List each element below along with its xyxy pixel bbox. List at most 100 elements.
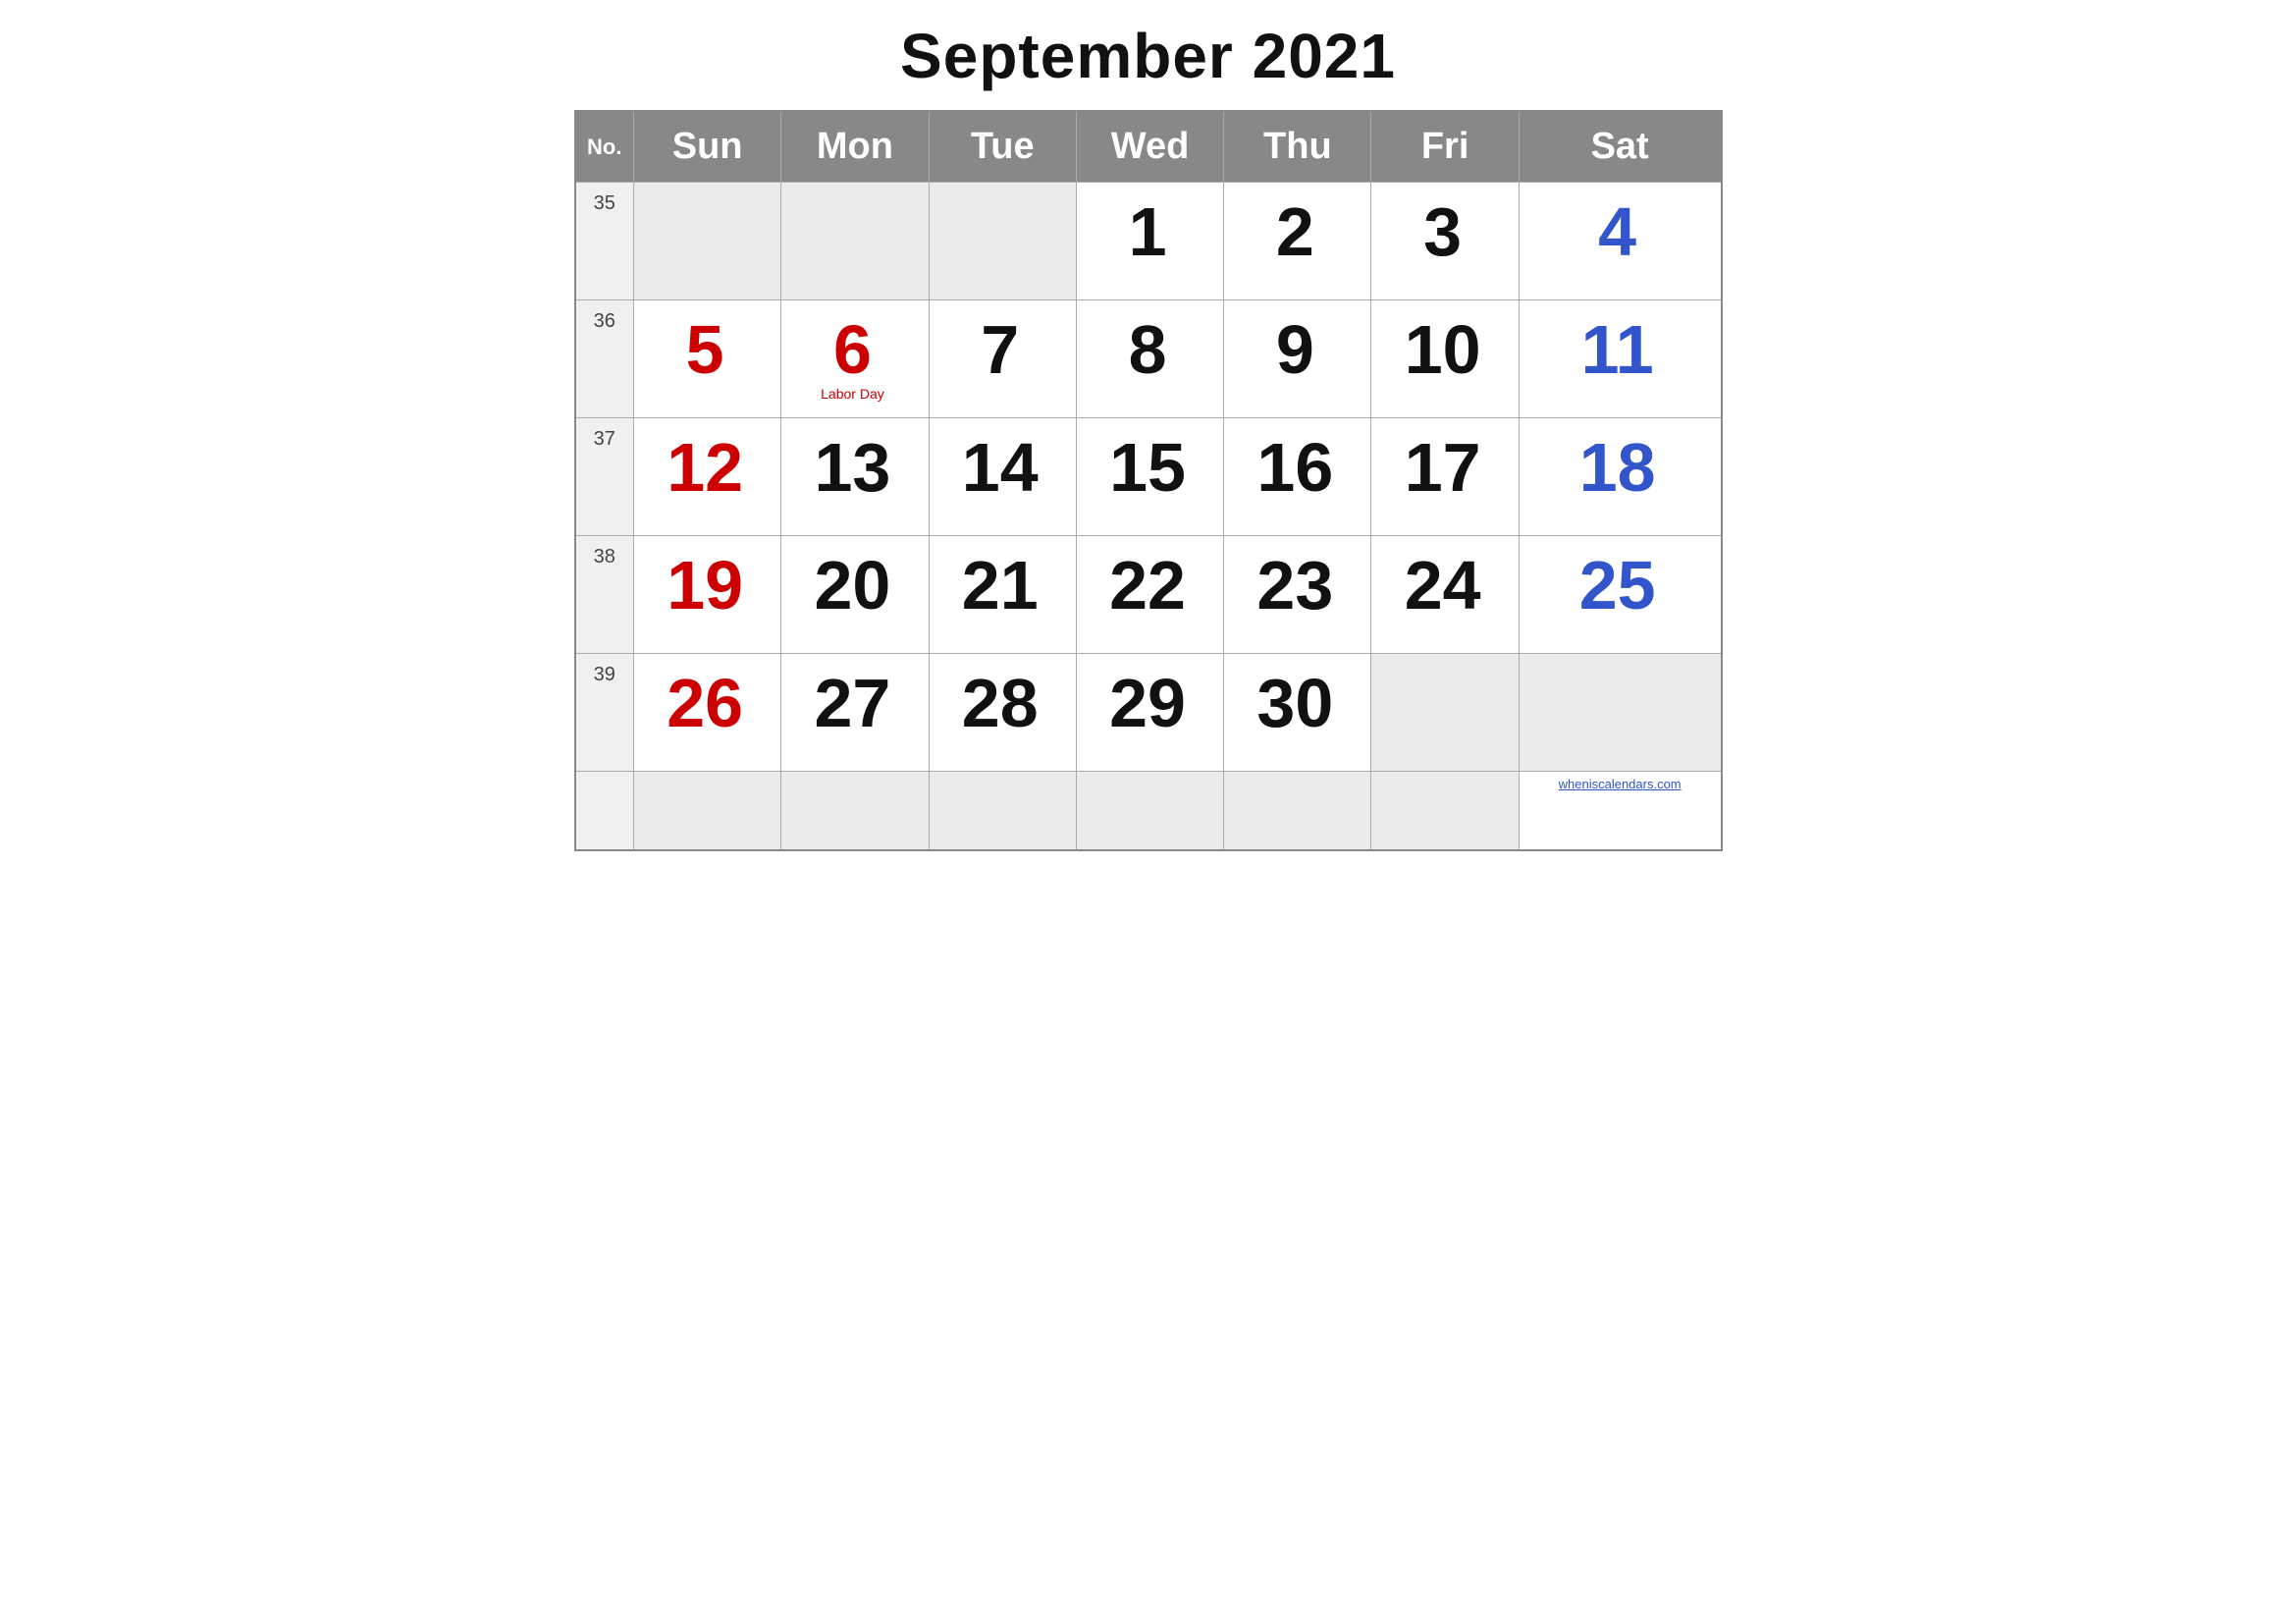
week-number: 37: [575, 418, 634, 536]
day-number: 5: [644, 315, 766, 384]
week-row: 3712 13 14 15 16 17 18: [575, 418, 1722, 536]
day-number: 14: [939, 433, 1061, 502]
day-number: 13: [791, 433, 913, 502]
holiday-label: Labor Day: [791, 386, 913, 402]
day-cell: 22: [1076, 536, 1223, 654]
header-thu: Thu: [1224, 111, 1371, 183]
day-cell: 25: [1519, 536, 1721, 654]
day-number: 10: [1381, 315, 1503, 384]
calendar-body: 3512343656Labor Day789101137121314151617…: [575, 183, 1722, 850]
day-number: 30: [1234, 669, 1356, 737]
empty-cell: [781, 772, 929, 850]
day-cell: 17: [1371, 418, 1519, 536]
empty-cell: [634, 772, 781, 850]
header-no-label: No.: [587, 135, 621, 159]
header-thu-label: Thu: [1263, 126, 1332, 167]
day-number: 11: [1529, 315, 1706, 384]
day-number: 24: [1381, 551, 1503, 620]
header-sun: Sun: [634, 111, 781, 183]
day-cell: 6Labor Day: [781, 300, 929, 418]
week-number: 36: [575, 300, 634, 418]
day-cell: 28: [929, 654, 1076, 772]
day-cell: 11: [1519, 300, 1721, 418]
header-sat: Sat: [1519, 111, 1721, 183]
day-number: 22: [1087, 551, 1208, 620]
day-cell: 8: [1076, 300, 1223, 418]
day-number: 9: [1234, 315, 1356, 384]
day-number: 26: [644, 669, 766, 737]
day-cell: 27: [781, 654, 929, 772]
day-number: 21: [939, 551, 1061, 620]
day-cell: [781, 183, 929, 300]
day-cell: 2: [1224, 183, 1371, 300]
day-cell: 18: [1519, 418, 1721, 536]
day-number: 2: [1234, 197, 1356, 266]
day-cell: 15: [1076, 418, 1223, 536]
day-cell: 26: [634, 654, 781, 772]
empty-cell: [1076, 772, 1223, 850]
empty-cell: [1224, 772, 1371, 850]
header-row: No. Sun Mon Tue Wed Thu Fri: [575, 111, 1722, 183]
day-number: 29: [1087, 669, 1208, 737]
header-fri-label: Fri: [1421, 126, 1469, 167]
day-number: 28: [939, 669, 1061, 737]
header-tue-label: Tue: [971, 126, 1035, 167]
day-cell: 19: [634, 536, 781, 654]
day-cell: 14: [929, 418, 1076, 536]
header-mon-label: Mon: [817, 126, 893, 167]
day-cell: 3: [1371, 183, 1519, 300]
calendar-table: No. Sun Mon Tue Wed Thu Fri: [574, 110, 1723, 851]
day-cell: 24: [1371, 536, 1519, 654]
day-number: 7: [939, 315, 1061, 384]
week-number: 39: [575, 654, 634, 772]
day-cell: [929, 183, 1076, 300]
empty-cell: [1371, 772, 1519, 850]
calendar-container: September 2021 No. Sun Mon Tue Wed: [574, 20, 1723, 851]
day-cell: 4: [1519, 183, 1721, 300]
day-cell: 1: [1076, 183, 1223, 300]
day-cell: 13: [781, 418, 929, 536]
day-cell: 5: [634, 300, 781, 418]
day-number: 19: [644, 551, 766, 620]
empty-cell: [929, 772, 1076, 850]
header-wed: Wed: [1076, 111, 1223, 183]
header-mon: Mon: [781, 111, 929, 183]
day-number: 17: [1381, 433, 1503, 502]
day-number: 12: [644, 433, 766, 502]
day-number: 4: [1529, 197, 1706, 266]
week-row: 35 1234: [575, 183, 1722, 300]
day-cell: 9: [1224, 300, 1371, 418]
day-number: 16: [1234, 433, 1356, 502]
header-tue: Tue: [929, 111, 1076, 183]
day-number: 15: [1087, 433, 1208, 502]
week-number: 35: [575, 183, 634, 300]
watermark-text: wheniscalendars.com: [1559, 777, 1682, 791]
day-cell: 10: [1371, 300, 1519, 418]
day-cell: 12: [634, 418, 781, 536]
day-cell: 21: [929, 536, 1076, 654]
week-row: 3819 20 21 22 23 2425: [575, 536, 1722, 654]
header-wed-label: Wed: [1111, 126, 1190, 167]
day-number: 1: [1087, 197, 1208, 266]
day-cell: [634, 183, 781, 300]
day-number: 27: [791, 669, 913, 737]
day-cell: 29: [1076, 654, 1223, 772]
calendar-title: September 2021: [574, 20, 1723, 92]
header-fri: Fri: [1371, 111, 1519, 183]
day-number: 18: [1529, 433, 1706, 502]
day-number: 3: [1381, 197, 1503, 266]
day-cell: 20: [781, 536, 929, 654]
header-no: No.: [575, 111, 634, 183]
week-number: 38: [575, 536, 634, 654]
day-cell: 16: [1224, 418, 1371, 536]
last-row: wheniscalendars.com: [575, 772, 1722, 850]
week-row: 3656Labor Day789 10 11: [575, 300, 1722, 418]
day-cell: 7: [929, 300, 1076, 418]
day-cell: 23: [1224, 536, 1371, 654]
day-number: 20: [791, 551, 913, 620]
day-number: 8: [1087, 315, 1208, 384]
day-number: 23: [1234, 551, 1356, 620]
day-cell: [1519, 654, 1721, 772]
watermark-cell: wheniscalendars.com: [1519, 772, 1721, 850]
header-sat-label: Sat: [1591, 126, 1649, 167]
